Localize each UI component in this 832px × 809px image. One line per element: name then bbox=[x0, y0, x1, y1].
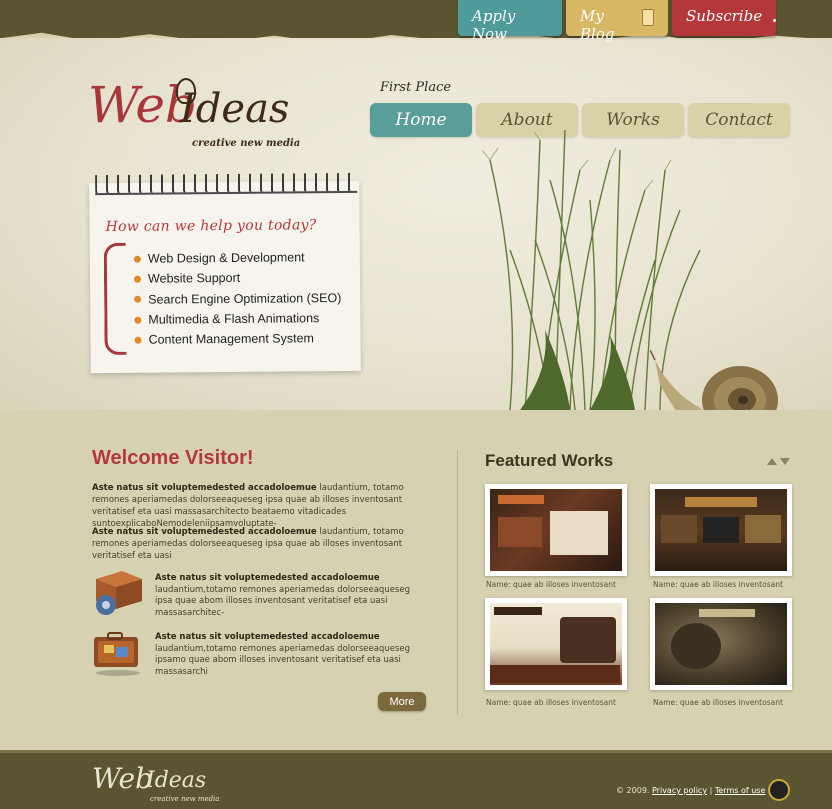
service-item[interactable]: Multimedia & Flash Animations bbox=[134, 308, 341, 330]
welcome-paragraph-2: Aste natus sit voluptemedested accadoloe… bbox=[92, 526, 432, 562]
service-label: Search Engine Optimization (SEO) bbox=[148, 290, 342, 307]
welcome-paragraph-1: Aste natus sit voluptemedested accadoloe… bbox=[92, 482, 432, 530]
thumb-4-header-bar bbox=[699, 609, 755, 617]
thumb-2-header-bar bbox=[685, 497, 757, 507]
feature-2-title: Aste natus sit voluptemedested accadoloe… bbox=[155, 632, 380, 642]
featured-work-thumb-2[interactable] bbox=[650, 484, 792, 576]
thumb-3-footer-bar bbox=[490, 665, 620, 683]
apply-now-tab[interactable]: Apply Now bbox=[458, 0, 562, 43]
thumb-1-content-block bbox=[550, 511, 608, 555]
terms-of-use-link[interactable]: Terms of use bbox=[715, 786, 766, 795]
subscribe-tab[interactable]: Subscribe bbox=[672, 0, 777, 36]
service-label: Website Support bbox=[147, 271, 241, 287]
thumbnail-image-3 bbox=[490, 603, 622, 685]
logo-ideas-text: Ideas bbox=[180, 86, 290, 132]
help-notepad: How can we help you today? Web Design & … bbox=[89, 172, 361, 374]
my-blog-label: My Blog bbox=[580, 7, 615, 43]
featured-work-thumb-3[interactable] bbox=[485, 598, 627, 690]
copyright-line: © 2009. Privacy policy | Terms of use bbox=[616, 786, 765, 795]
arrow-down-icon[interactable] bbox=[780, 458, 790, 465]
paragraph-2-lead: Aste natus sit voluptemedested accadoloe… bbox=[92, 527, 317, 537]
my-blog-tab[interactable]: My Blog bbox=[566, 0, 668, 43]
featured-works-title: Featured Works bbox=[485, 451, 614, 470]
feature-1-text: laudantium,totamo remones aperiamedas do… bbox=[155, 584, 410, 618]
notepad-icon bbox=[641, 9, 654, 26]
thumb-2-block-mid bbox=[703, 517, 739, 543]
curly-brace-decoration bbox=[103, 242, 127, 356]
thumb-caption-4: Name: quae ab illoses inventosant bbox=[653, 698, 783, 707]
arrow-up-icon[interactable] bbox=[767, 458, 777, 465]
thumbnail-image-4 bbox=[655, 603, 787, 685]
welcome-title: Welcome Visitor! bbox=[92, 447, 254, 469]
bullet-icon bbox=[134, 336, 142, 344]
first-place-label: First Place bbox=[380, 80, 452, 95]
feature-1: Aste natus sit voluptemedested accadoloe… bbox=[155, 573, 425, 619]
copyright-text: © 2009. bbox=[616, 786, 650, 795]
thumbnail-image-2 bbox=[655, 489, 787, 571]
service-item[interactable]: Website Support bbox=[133, 267, 341, 289]
thumb-caption-1: Name: quae ab illoses inventosant bbox=[486, 580, 616, 589]
service-label: Web Design & Development bbox=[147, 250, 305, 266]
bullet-icon bbox=[134, 316, 142, 324]
logo-tagline: creative new media bbox=[192, 138, 301, 149]
column-divider bbox=[457, 450, 458, 715]
top-tabs: Apply Now My Blog Subscribe bbox=[458, 0, 777, 43]
service-item[interactable]: Search Engine Optimization (SEO) bbox=[134, 288, 341, 310]
featured-works-arrows bbox=[767, 458, 790, 465]
thumb-1-sidebar-block bbox=[498, 517, 542, 547]
services-list: Web Design & Development Website Support… bbox=[133, 247, 342, 350]
service-label: Multimedia & Flash Animations bbox=[148, 311, 320, 327]
bullet-icon bbox=[134, 295, 142, 304]
thumb-caption-3: Name: quae ab illoses inventosant bbox=[486, 698, 616, 707]
thumb-1-header-bar bbox=[498, 495, 544, 504]
feature-2-text: laudantium,totamo remones aperiamedas do… bbox=[155, 643, 410, 677]
service-item[interactable]: Web Design & Development bbox=[133, 247, 341, 269]
more-button[interactable]: More bbox=[378, 692, 426, 711]
privacy-policy-link[interactable]: Privacy policy bbox=[652, 786, 707, 795]
footer-badge-icon[interactable] bbox=[768, 779, 790, 801]
site-logo[interactable]: Web Ideas creative new media bbox=[88, 72, 308, 156]
thumb-3-header-bar bbox=[494, 607, 542, 615]
footer-logo-web: Web bbox=[92, 762, 153, 795]
footer-separator: | bbox=[709, 786, 713, 795]
subscribe-label: Subscribe bbox=[686, 7, 763, 25]
service-item[interactable]: Content Management System bbox=[134, 328, 341, 350]
thumb-4-tree-shape bbox=[671, 623, 721, 669]
footer-logo-ideas: Ideas bbox=[146, 768, 207, 793]
thumb-2-block-right bbox=[745, 515, 781, 543]
featured-work-thumb-4[interactable] bbox=[650, 598, 792, 690]
bullet-icon bbox=[133, 255, 141, 263]
thumbnail-image-1 bbox=[490, 489, 622, 571]
footer-logo-tagline: creative new media bbox=[150, 795, 220, 803]
box-gear-icon bbox=[96, 571, 142, 615]
footer-logo[interactable]: Web Ideas creative new media bbox=[92, 762, 222, 804]
spiral-binding bbox=[95, 172, 358, 196]
apply-now-label: Apply Now bbox=[472, 7, 516, 43]
briefcase-icon bbox=[94, 632, 140, 676]
bullet-icon bbox=[133, 275, 142, 283]
thumb-3-photo-block bbox=[560, 617, 616, 663]
feature-2: Aste natus sit voluptemedested accadoloe… bbox=[155, 632, 425, 678]
featured-work-thumb-1[interactable] bbox=[485, 484, 627, 576]
thumb-2-block-left bbox=[661, 515, 697, 543]
paragraph-1-lead: Aste natus sit voluptemedested accadoloe… bbox=[92, 483, 317, 493]
service-label: Content Management System bbox=[148, 331, 314, 347]
thumb-caption-2: Name: quae ab illoses inventosant bbox=[653, 580, 783, 589]
feature-1-title: Aste natus sit voluptemedested accadoloe… bbox=[155, 573, 380, 583]
help-title: How can we help you today? bbox=[105, 217, 317, 236]
